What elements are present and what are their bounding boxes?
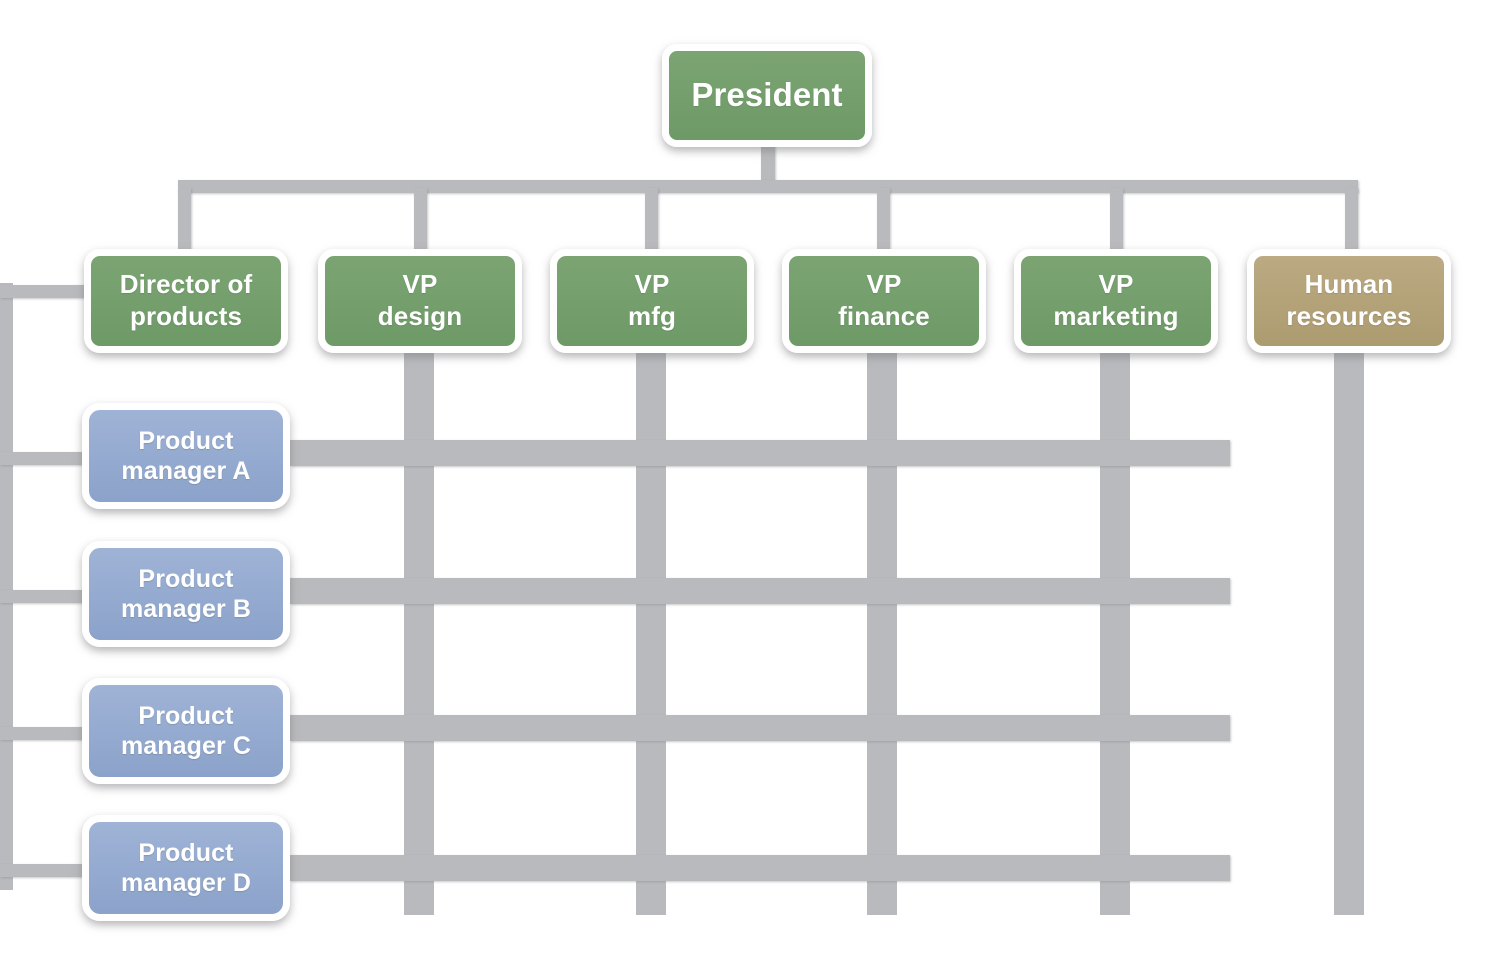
connector-stub-director-of-products xyxy=(0,285,95,298)
connector-drop-vp-design xyxy=(414,188,427,252)
node-product-manager-d-label: Product manager D xyxy=(117,838,255,899)
node-director-of-products-label: Director of products xyxy=(116,269,257,332)
connector-row-product-manager-b xyxy=(290,578,1230,604)
node-vp-mfg-line1: VP xyxy=(634,269,670,300)
node-human-resources-label: Human resources xyxy=(1282,269,1415,332)
node-vp-finance-line2: finance xyxy=(838,301,930,331)
node-product-manager-c-label: Product manager C xyxy=(117,701,255,762)
node-human-resources-line2: resources xyxy=(1286,301,1412,331)
node-human-resources-line1: Human xyxy=(1304,269,1394,300)
node-director-of-products-line2: products xyxy=(129,301,243,331)
connector-stub-product-manager-c xyxy=(0,727,95,740)
node-product-manager-d-line2: manager D xyxy=(120,869,252,897)
node-vp-marketing[interactable]: VP marketing xyxy=(1014,249,1218,353)
connector-drop-vp-marketing xyxy=(1110,188,1123,252)
connector-drop-human-resources xyxy=(1345,188,1358,252)
connector-row-product-manager-c xyxy=(290,715,1230,741)
node-product-manager-b-label: Product manager B xyxy=(117,564,255,625)
connector-row-product-manager-a xyxy=(290,440,1230,466)
node-product-manager-b[interactable]: Product manager B xyxy=(82,541,290,647)
connector-stub-product-manager-d xyxy=(0,864,95,877)
node-vp-marketing-line1: VP xyxy=(1098,269,1134,300)
node-product-manager-b-line2: manager B xyxy=(120,595,252,623)
node-vp-design-line2: design xyxy=(377,301,463,331)
node-vp-design[interactable]: VP design xyxy=(318,249,522,353)
node-product-manager-c-line1: Product xyxy=(138,701,234,730)
node-product-manager-d-line1: Product xyxy=(138,838,234,867)
node-product-manager-a[interactable]: Product manager A xyxy=(82,403,290,509)
node-vp-finance-label: VP finance xyxy=(834,269,934,332)
node-vp-mfg[interactable]: VP mfg xyxy=(550,249,754,353)
node-product-manager-d[interactable]: Product manager D xyxy=(82,815,290,921)
connector-stub-product-manager-a xyxy=(0,452,95,465)
node-product-manager-c-line2: manager C xyxy=(120,732,252,760)
connector-stub-product-manager-b xyxy=(0,590,95,603)
org-chart-canvas: President Director of products VP design… xyxy=(0,0,1492,963)
node-vp-mfg-line2: mfg xyxy=(628,301,676,331)
node-president[interactable]: President xyxy=(662,44,872,147)
connector-vertical-human-resources xyxy=(1334,352,1364,915)
connector-vertical-vp-marketing xyxy=(1100,352,1130,915)
connector-drop-vp-finance xyxy=(877,188,890,252)
node-vp-marketing-line2: marketing xyxy=(1053,301,1179,331)
node-vp-design-line1: VP xyxy=(402,269,438,300)
node-vp-marketing-label: VP marketing xyxy=(1049,269,1182,332)
node-vp-design-label: VP design xyxy=(374,269,466,332)
node-product-manager-a-line1: Product xyxy=(138,426,234,455)
node-director-of-products[interactable]: Director of products xyxy=(84,249,288,353)
connector-left-spine xyxy=(0,283,13,890)
node-vp-mfg-label: VP mfg xyxy=(624,269,680,332)
node-director-of-products-line1: Director of xyxy=(119,269,253,300)
connector-vertical-vp-finance xyxy=(867,352,897,915)
node-product-manager-b-line1: Product xyxy=(138,564,234,593)
node-human-resources[interactable]: Human resources xyxy=(1247,249,1451,353)
node-vp-finance[interactable]: VP finance xyxy=(782,249,986,353)
connector-vertical-vp-mfg xyxy=(636,352,666,915)
connector-drop-vp-mfg xyxy=(645,188,658,252)
node-vp-finance-line1: VP xyxy=(866,269,902,300)
node-product-manager-c[interactable]: Product manager C xyxy=(82,678,290,784)
node-product-manager-a-label: Product manager A xyxy=(117,426,254,487)
connector-drop-director-of-products xyxy=(178,188,191,252)
connector-top-bus xyxy=(178,180,1358,193)
node-president-label: President xyxy=(691,76,843,114)
node-product-manager-a-line2: manager A xyxy=(121,457,251,485)
connector-row-product-manager-d xyxy=(290,855,1230,881)
connector-vertical-vp-design xyxy=(404,352,434,915)
